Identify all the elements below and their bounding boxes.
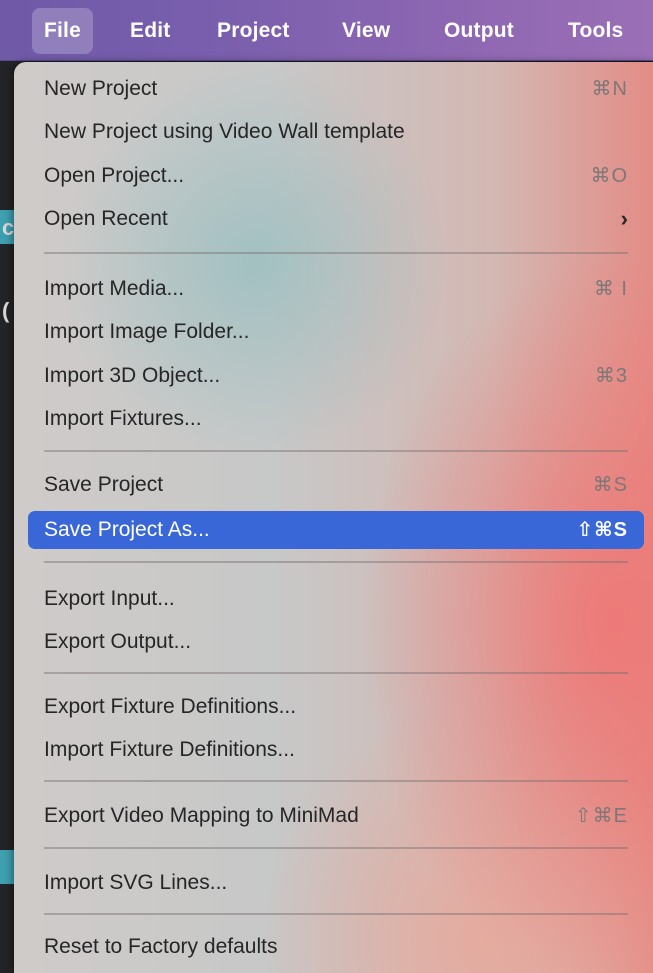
menu-edit[interactable]: Edit <box>118 8 182 54</box>
menu-item-open-project[interactable]: Open Project... ⌘O <box>28 158 644 194</box>
menu-output[interactable]: Output <box>432 8 526 54</box>
menu-file[interactable]: File <box>32 8 93 54</box>
shortcut-label: ⌘O <box>590 165 628 187</box>
menu-item-export-output[interactable]: Export Output... <box>28 624 644 660</box>
menu-separator <box>44 847 628 849</box>
menu-item-label: Save Project As... <box>44 518 210 541</box>
shortcut-label: ⇧⌘S <box>576 519 628 541</box>
shortcut-label: ⇧⌘E <box>574 805 628 827</box>
menu-item-import-media[interactable]: Import Media... ⌘ I <box>28 271 644 307</box>
menu-item-label: Import 3D Object... <box>44 364 221 387</box>
shortcut-label: ⌘3 <box>594 365 628 387</box>
menu-item-label: Export Input... <box>44 587 175 610</box>
menu-item-export-video-mapping-minimad[interactable]: Export Video Mapping to MiniMad ⇧⌘E <box>28 798 644 834</box>
menu-item-label: Import Fixtures... <box>44 407 202 430</box>
menu-item-label: Export Video Mapping to MiniMad <box>44 804 359 827</box>
menu-project[interactable]: Project <box>205 8 302 54</box>
menu-item-save-project-as[interactable]: Save Project As... ⇧⌘S <box>28 511 644 549</box>
menu-item-new-project[interactable]: New Project ⌘N <box>28 71 644 107</box>
menu-item-label: Open Recent <box>44 207 168 230</box>
shortcut-label: ⌘ I <box>593 278 628 300</box>
menu-item-new-project-video-wall[interactable]: New Project using Video Wall template <box>28 114 644 150</box>
menu-item-reset-factory-defaults[interactable]: Reset to Factory defaults <box>28 929 644 965</box>
menu-item-import-image-folder[interactable]: Import Image Folder... <box>28 314 644 350</box>
file-menu-dropdown: New Project ⌘N New Project using Video W… <box>14 62 653 973</box>
menu-item-label: Export Fixture Definitions... <box>44 695 297 718</box>
menu-item-label: Export Output... <box>44 630 192 653</box>
menu-item-label: Import SVG Lines... <box>44 871 228 894</box>
shortcut-label: ⌘S <box>592 474 628 496</box>
menu-item-label: Import Media... <box>44 277 185 300</box>
menu-item-import-3d-object[interactable]: Import 3D Object... ⌘3 <box>28 358 644 394</box>
menu-item-label: Reset to Factory defaults <box>44 935 278 958</box>
menu-item-import-fixture-definitions[interactable]: Import Fixture Definitions... <box>28 732 644 768</box>
background-glyph: ( <box>2 298 10 323</box>
menu-item-export-fixture-definitions[interactable]: Export Fixture Definitions... <box>28 689 644 725</box>
shortcut-label: ⌘N <box>591 78 628 100</box>
menu-tools[interactable]: Tools <box>556 8 635 54</box>
menu-item-label: Import Fixture Definitions... <box>44 738 295 761</box>
menu-item-save-project[interactable]: Save Project ⌘S <box>28 467 644 503</box>
menu-item-export-input[interactable]: Export Input... <box>28 581 644 617</box>
menu-item-label: Save Project <box>44 473 164 496</box>
menu-item-open-recent[interactable]: Open Recent › <box>28 201 644 237</box>
menu-item-import-fixtures[interactable]: Import Fixtures... <box>28 401 644 437</box>
chevron-right-icon: › <box>620 206 628 231</box>
menu-item-label: Import Image Folder... <box>44 320 250 343</box>
menu-separator <box>44 780 628 782</box>
menu-bar: File Edit Project View Output Tools <box>0 0 653 61</box>
menu-view[interactable]: View <box>330 8 402 54</box>
menu-item-import-svg-lines[interactable]: Import SVG Lines... <box>28 865 644 901</box>
menu-item-label: New Project <box>44 77 158 100</box>
menu-separator <box>44 450 628 452</box>
menu-separator <box>44 252 628 254</box>
menu-item-label: New Project using Video Wall template <box>44 120 405 143</box>
menu-separator <box>44 672 628 674</box>
menu-item-label: Open Project... <box>44 164 185 187</box>
menu-separator <box>44 561 628 563</box>
background-glyph: c <box>2 215 15 240</box>
menu-separator <box>44 913 628 915</box>
